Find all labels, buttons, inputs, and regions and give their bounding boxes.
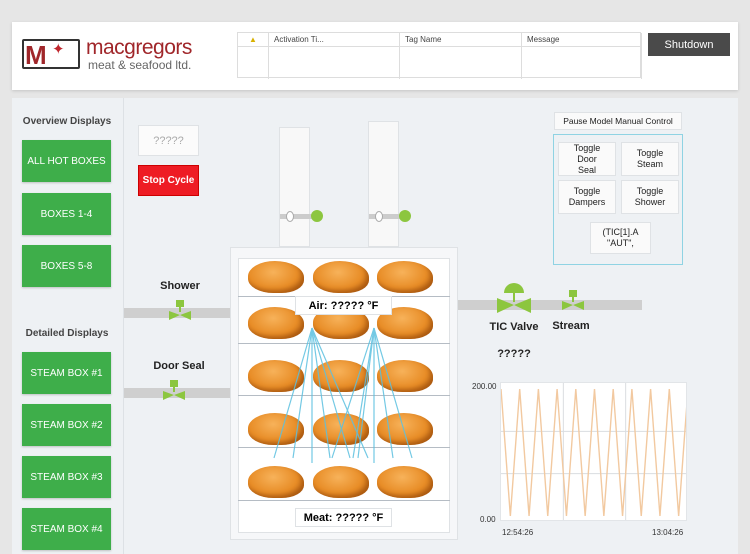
alarm-cell (269, 47, 400, 79)
steam-pipe (458, 300, 642, 310)
logo-letter: M (25, 40, 47, 70)
door-seal-label: Door Seal (153, 360, 205, 372)
col-activation-time[interactable]: Activation Ti... (269, 33, 400, 47)
trend-series-line (501, 388, 686, 517)
overview-heading: Overview Displays (22, 116, 112, 127)
nav-boxes-5-8[interactable]: BOXES 5-8 (22, 245, 111, 287)
nav-steam-box-2[interactable]: STEAM BOX #2 (22, 404, 111, 446)
shower-valve-icon[interactable] (168, 300, 192, 322)
steam-lines (273, 327, 413, 463)
stream-valve-icon[interactable] (561, 290, 585, 312)
nav-steam-box-4[interactable]: STEAM BOX #4 (22, 508, 111, 550)
damper-column-1 (279, 127, 310, 247)
shower-label: Shower (160, 280, 200, 292)
nav-all-hot-boxes[interactable]: ALL HOT BOXES (22, 140, 111, 182)
air-temperature-label: Air: ????? °F (295, 296, 392, 315)
x-tick-end: 13:04:26 (652, 528, 684, 537)
damper-indicator-2 (399, 210, 411, 222)
col-tag-name[interactable]: Tag Name (400, 33, 522, 47)
damper-knob-1[interactable] (286, 211, 294, 222)
nav-steam-box-3[interactable]: STEAM BOX #3 (22, 456, 111, 498)
tic-valve-label: TIC Valve (489, 321, 539, 333)
stop-cycle-button[interactable]: Stop Cycle (138, 165, 199, 196)
y-tick-max: 200.00 (472, 382, 497, 391)
trend-chart[interactable] (500, 382, 687, 521)
alarm-cell (400, 47, 522, 79)
detailed-heading: Detailed Displays (25, 328, 109, 339)
alarm-cell (522, 47, 642, 79)
nav-boxes-1-4[interactable]: BOXES 1-4 (22, 193, 111, 235)
x-tick-start: 12:54:26 (502, 528, 534, 537)
warning-triangle-icon: ▲ (238, 33, 269, 47)
header: M ✦ macgregors meat & seafood ltd. ▲ Act… (12, 22, 738, 90)
alarm-cell (238, 47, 269, 79)
door-seal-valve-icon[interactable] (162, 380, 186, 402)
toggle-shower-button[interactable]: Toggle Shower (621, 180, 679, 214)
alarm-table[interactable]: ▲ Activation Ti... Tag Name Message (237, 32, 642, 79)
logo-subtitle: meat & seafood ltd. (88, 58, 192, 72)
toggle-door-seal-button[interactable]: Toggle Door Seal (558, 142, 616, 176)
meat-temperature-label: Meat: ????? °F (295, 508, 392, 527)
tic-valve-value: ????? (497, 348, 531, 360)
col-message[interactable]: Message (522, 33, 642, 47)
logo-name: macgregors (86, 36, 192, 59)
tic-valve-icon[interactable] (496, 282, 532, 314)
shutdown-button[interactable]: Shutdown (648, 33, 730, 56)
stream-label: Stream (552, 320, 590, 332)
maple-leaf-icon: ✦ (52, 41, 65, 58)
toggle-steam-button[interactable]: Toggle Steam (621, 142, 679, 176)
pause-model-manual-control-button[interactable]: Pause Model Manual Control (554, 112, 682, 130)
nav-steam-box-1[interactable]: STEAM BOX #1 (22, 352, 111, 394)
damper-indicator-1 (311, 210, 323, 222)
y-tick-min: 0.00 (480, 515, 496, 524)
toggle-dampers-button[interactable]: Toggle Dampers (558, 180, 616, 214)
status-display: ????? (138, 125, 199, 156)
damper-knob-2[interactable] (375, 211, 383, 222)
tic-auto-button[interactable]: (TIC[1].A "AUT", (590, 222, 651, 254)
damper-column-2 (368, 121, 399, 247)
